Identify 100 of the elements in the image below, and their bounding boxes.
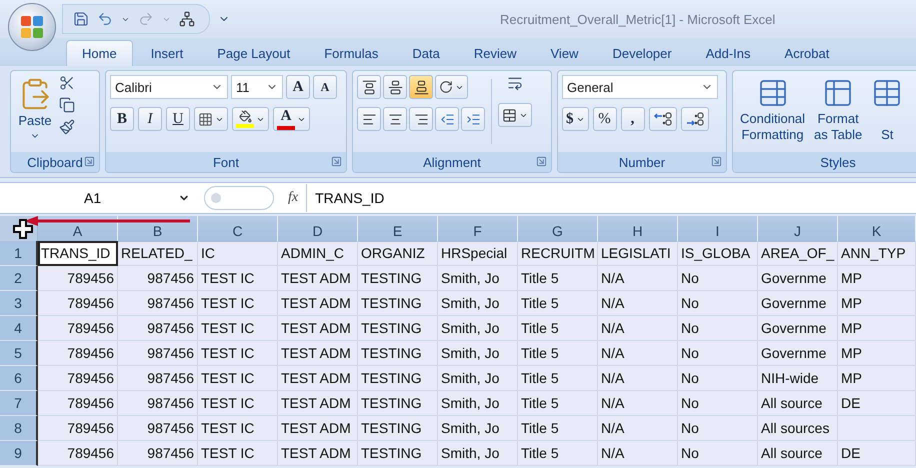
table-cell[interactable]: Title 5 — [518, 416, 598, 441]
row-header[interactable]: 9 — [0, 441, 38, 466]
scissors-icon[interactable] — [59, 75, 75, 91]
table-cell[interactable]: 789456 — [38, 391, 118, 416]
table-cell[interactable]: LEGISLATI — [598, 241, 678, 266]
table-cell[interactable]: MP — [838, 341, 916, 366]
table-cell[interactable]: TEST ADM — [278, 316, 358, 341]
table-cell[interactable]: TESTING — [358, 441, 438, 466]
underline-button[interactable]: U — [166, 107, 190, 131]
table-cell[interactable]: MP — [838, 366, 916, 391]
table-cell[interactable]: 987456 — [118, 441, 198, 466]
ribbon-tab[interactable]: Insert — [134, 40, 200, 66]
table-cell[interactable]: TESTING — [358, 416, 438, 441]
dialog-launcher-icon[interactable] — [331, 156, 342, 167]
increase-decimal-button[interactable] — [648, 107, 676, 131]
table-cell[interactable]: TEST IC — [198, 341, 278, 366]
table-cell[interactable]: Governme — [758, 316, 838, 341]
table-cell[interactable]: TEST IC — [198, 416, 278, 441]
bold-button[interactable]: B — [110, 107, 134, 131]
table-cell[interactable]: NIH-wide — [758, 366, 838, 391]
table-cell[interactable]: TEST IC — [198, 366, 278, 391]
decrease-decimal-button[interactable] — [680, 107, 708, 131]
row-header[interactable]: 2 — [0, 266, 38, 291]
name-box[interactable]: A1 — [38, 185, 198, 211]
row-header[interactable]: 4 — [0, 316, 38, 341]
formula-field[interactable]: TRANS_ID — [306, 184, 916, 212]
table-cell[interactable]: MP — [838, 291, 916, 316]
table-cell[interactable]: Title 5 — [518, 291, 598, 316]
table-cell[interactable]: N/A — [598, 341, 678, 366]
table-cell[interactable]: N/A — [598, 266, 678, 291]
table-cell[interactable]: IC — [198, 241, 278, 266]
table-cell[interactable]: All sources — [758, 416, 838, 441]
percent-button[interactable]: % — [592, 107, 616, 131]
table-cell[interactable]: All source — [758, 391, 838, 416]
table-cell[interactable]: ORGANIZ — [358, 241, 438, 266]
table-cell[interactable]: TEST IC — [198, 266, 278, 291]
table-cell[interactable]: No — [678, 416, 758, 441]
table-cell[interactable]: Title 5 — [518, 391, 598, 416]
column-header[interactable]: B — [118, 216, 198, 242]
column-header[interactable]: I — [678, 216, 758, 242]
undo-icon[interactable] — [97, 11, 113, 27]
table-cell[interactable]: Smith, Jo — [438, 316, 518, 341]
dialog-launcher-icon[interactable] — [84, 156, 95, 167]
table-cell[interactable]: RELATED_ — [118, 241, 198, 266]
center-button[interactable] — [383, 107, 407, 131]
table-cell[interactable]: N/A — [598, 441, 678, 466]
table-cell[interactable]: Title 5 — [518, 316, 598, 341]
table-cell[interactable]: TEST ADM — [278, 291, 358, 316]
table-cell[interactable]: No — [678, 341, 758, 366]
row-header[interactable]: 3 — [0, 291, 38, 316]
align-left-button[interactable] — [357, 107, 381, 131]
table-cell[interactable]: N/A — [598, 291, 678, 316]
table-cell[interactable]: Governme — [758, 266, 838, 291]
table-cell[interactable]: Governme — [758, 341, 838, 366]
table-cell[interactable]: Title 5 — [518, 366, 598, 391]
table-cell[interactable]: All source — [758, 441, 838, 466]
table-cell[interactable]: N/A — [598, 416, 678, 441]
table-cell[interactable]: AREA_OF_ — [758, 241, 838, 266]
table-cell[interactable]: Smith, Jo — [438, 266, 518, 291]
table-cell[interactable]: No — [678, 266, 758, 291]
table-cell[interactable]: TESTING — [358, 266, 438, 291]
row-header[interactable]: 8 — [0, 416, 38, 441]
font-size-field[interactable]: 11 — [231, 75, 283, 99]
column-header[interactable]: K — [838, 216, 916, 242]
italic-button[interactable]: I — [138, 107, 162, 131]
table-cell[interactable]: DE — [838, 391, 916, 416]
table-cell[interactable]: Governme — [758, 291, 838, 316]
table-cell[interactable]: 789456 — [38, 291, 118, 316]
table-cell[interactable]: RECRUITM — [518, 241, 598, 266]
table-cell[interactable]: TEST IC — [198, 391, 278, 416]
table-cell[interactable]: TESTING — [358, 316, 438, 341]
table-cell[interactable]: 789456 — [38, 441, 118, 466]
table-cell[interactable]: 789456 — [38, 416, 118, 441]
dialog-launcher-icon[interactable] — [536, 156, 547, 167]
table-cell[interactable]: 987456 — [118, 266, 198, 291]
borders-button[interactable] — [194, 107, 228, 131]
table-cell[interactable]: MP — [838, 266, 916, 291]
table-cell[interactable]: N/A — [598, 391, 678, 416]
font-color-button[interactable]: A — [273, 107, 310, 131]
save-icon[interactable] — [73, 11, 89, 27]
table-cell[interactable]: ADMIN_C — [278, 241, 358, 266]
table-cell[interactable]: N/A — [598, 366, 678, 391]
table-cell[interactable]: Smith, Jo — [438, 416, 518, 441]
table-cell[interactable] — [838, 416, 916, 441]
table-cell[interactable]: Smith, Jo — [438, 366, 518, 391]
table-cell[interactable]: TEST IC — [198, 291, 278, 316]
table-cell[interactable]: No — [678, 391, 758, 416]
ribbon-tab[interactable]: Add-Ins — [690, 40, 767, 66]
ribbon-tab[interactable]: Developer — [596, 40, 688, 66]
align-right-button[interactable] — [409, 107, 433, 131]
table-cell[interactable]: 987456 — [118, 366, 198, 391]
currency-button[interactable]: $ — [562, 107, 588, 131]
table-cell[interactable]: 987456 — [118, 391, 198, 416]
align-top-button[interactable] — [357, 75, 381, 99]
ribbon-tab[interactable]: Page Layout — [201, 40, 306, 66]
table-cell[interactable]: DE — [838, 441, 916, 466]
dialog-launcher-icon[interactable] — [711, 156, 722, 167]
decrease-indent-button[interactable] — [435, 107, 459, 131]
table-cell[interactable]: Smith, Jo — [438, 391, 518, 416]
ribbon-tab[interactable]: Review — [458, 40, 532, 66]
